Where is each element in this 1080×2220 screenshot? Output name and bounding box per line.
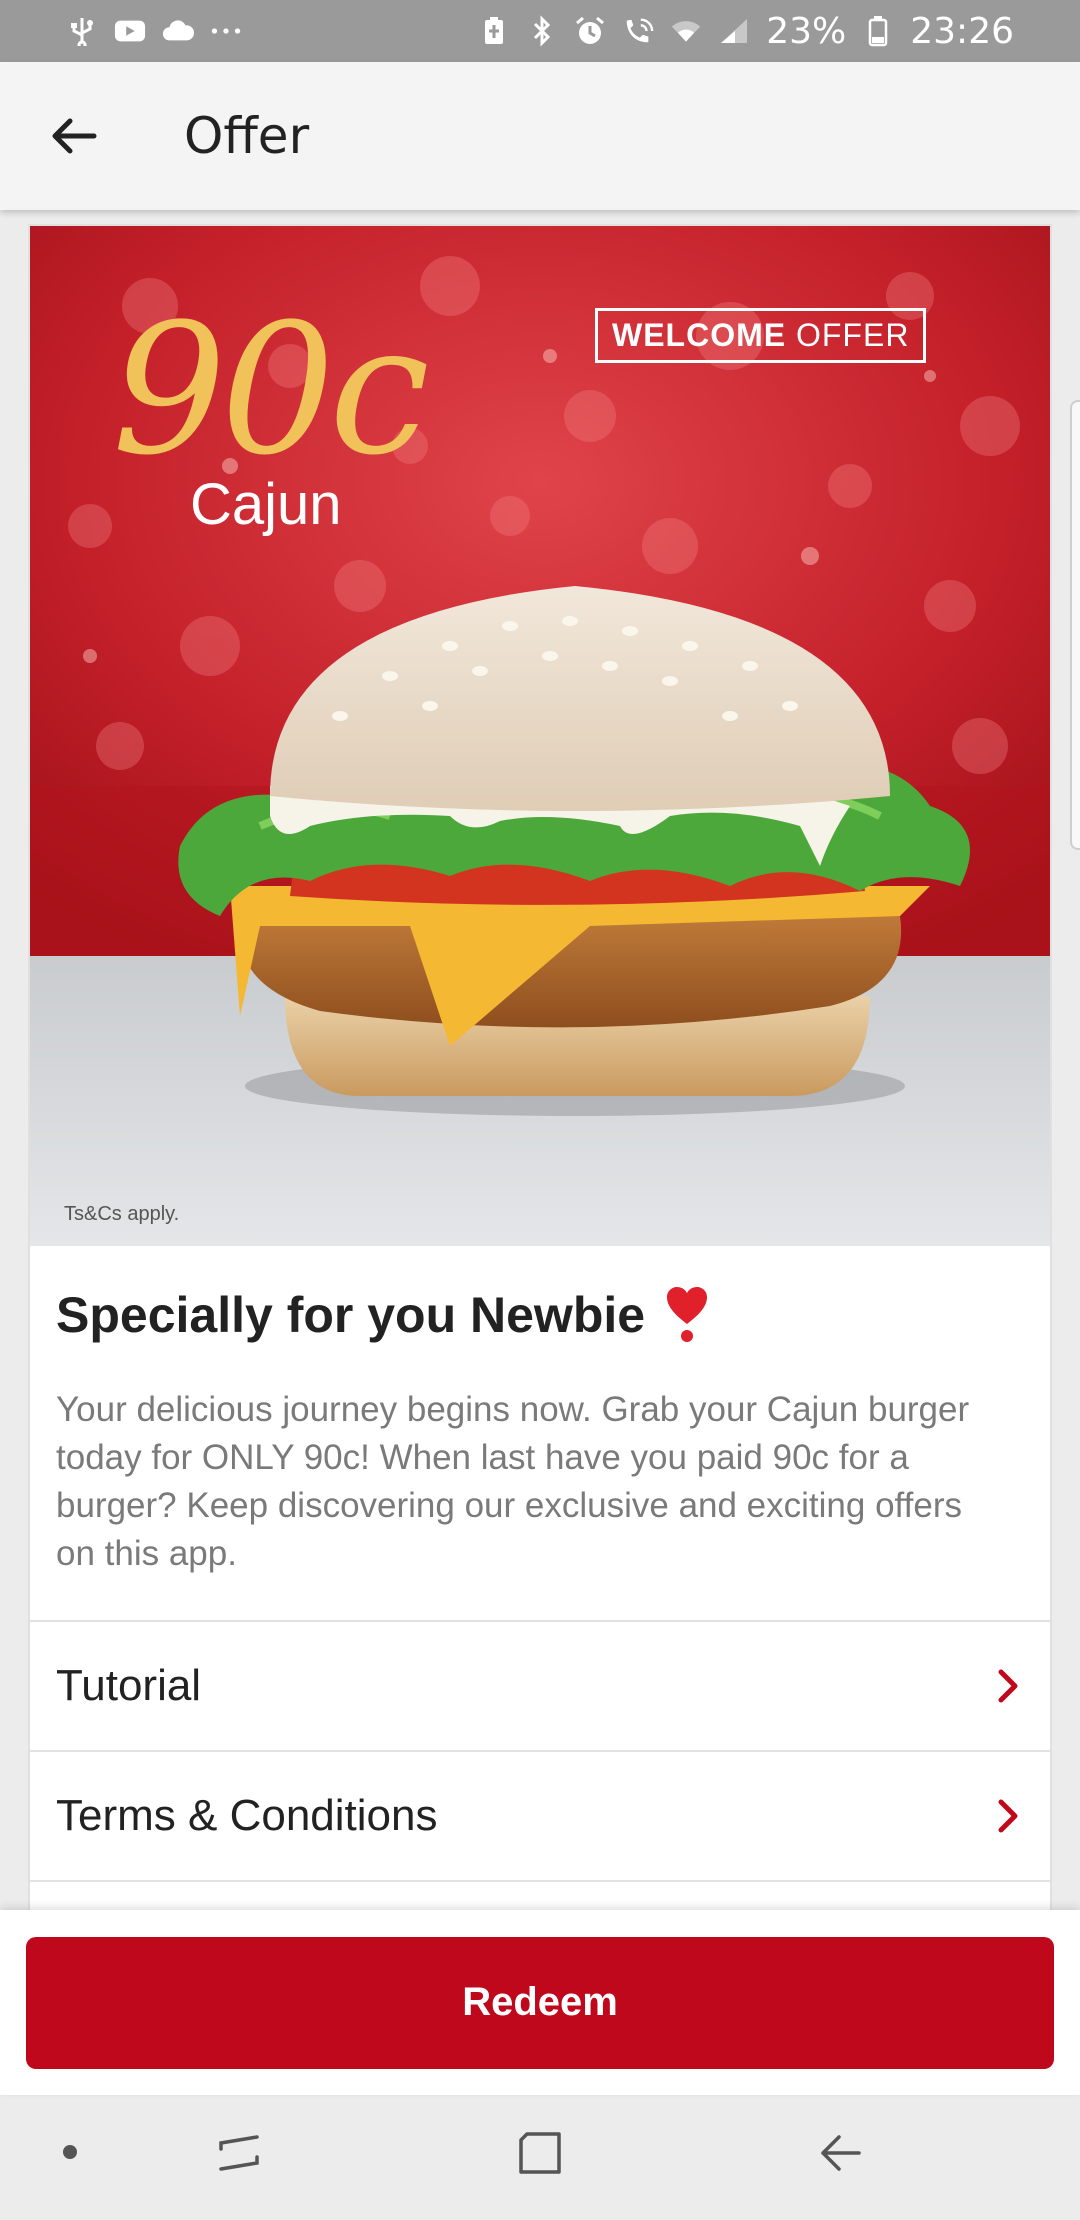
tutorial-link[interactable]: Tutorial	[30, 1622, 1050, 1752]
bluetooth-icon	[526, 15, 558, 47]
back-arrow-icon	[821, 2135, 861, 2171]
offer-price: 90c	[112, 286, 430, 495]
system-nav-bar	[0, 2095, 1080, 2220]
offer-card: 90c Cajun WELCOME OFFER Ts&Cs apply. Spe…	[28, 224, 1052, 1910]
offer-info: Specially for you Newbie Your delicious …	[30, 1246, 1050, 1578]
screen: 23% 23:26 Offer 90c Cajun WELCOME OFFER …	[0, 0, 1080, 2220]
scrollbar[interactable]	[1070, 400, 1080, 850]
terms-conditions-link[interactable]: Terms & Conditions	[30, 1752, 1050, 1882]
dot-icon	[63, 2145, 77, 2159]
badge-text: OFFER	[786, 317, 910, 353]
home-icon	[519, 2132, 561, 2174]
status-notifications	[66, 15, 242, 47]
offer-title-text: Specially for you Newbie	[56, 1287, 646, 1343]
redeem-button[interactable]: Redeem	[26, 1936, 1054, 2069]
page-title: Offer	[184, 107, 310, 165]
arrow-back-icon	[52, 118, 97, 154]
chevron-right-icon	[996, 1798, 1020, 1834]
offer-content[interactable]: 90c Cajun WELCOME OFFER Ts&Cs apply. Spe…	[0, 210, 1080, 1910]
redeem-bar: Redeem	[0, 1910, 1080, 2095]
system-back-button[interactable]	[810, 2127, 870, 2179]
terms-conditions-label: Terms & Conditions	[56, 1791, 438, 1840]
welcome-offer-badge: WELCOME OFFER	[595, 308, 927, 363]
battery-saver-icon	[478, 15, 510, 47]
status-system: 23% 23:26	[478, 11, 1014, 52]
offer-product-name: Cajun	[190, 472, 342, 537]
more-notifications-icon	[210, 15, 242, 47]
youtube-icon	[114, 15, 146, 47]
cloud-icon	[162, 15, 194, 47]
chevron-right-icon	[996, 1668, 1020, 1704]
offer-image: 90c Cajun WELCOME OFFER Ts&Cs apply.	[30, 226, 1050, 1246]
fine-print: Ts&Cs apply.	[64, 1203, 180, 1225]
battery-icon	[862, 15, 894, 47]
home-button[interactable]	[510, 2127, 570, 2179]
usb-icon	[66, 15, 98, 47]
wifi-calling-icon	[622, 15, 654, 47]
nav-dot-button[interactable]	[58, 2140, 82, 2164]
back-button[interactable]	[34, 96, 114, 176]
battery-percentage: 23%	[766, 10, 847, 52]
heart-exclamation-icon	[665, 1286, 709, 1344]
offer-title: Specially for you Newbie	[56, 1286, 1024, 1344]
offer-description: Your delicious journey begins now. Grab …	[56, 1390, 970, 1573]
wifi-icon	[670, 15, 702, 47]
recent-apps-button[interactable]	[210, 2127, 270, 2179]
badge-bold-text: WELCOME	[612, 317, 787, 353]
recent-apps-icon	[219, 2135, 259, 2171]
clock: 23:26	[910, 10, 1014, 52]
status-bar: 23% 23:26	[0, 0, 1080, 62]
signal-icon	[718, 15, 750, 47]
app-bar: Offer	[0, 62, 1080, 210]
tutorial-label: Tutorial	[56, 1661, 202, 1710]
alarm-icon	[574, 15, 606, 47]
